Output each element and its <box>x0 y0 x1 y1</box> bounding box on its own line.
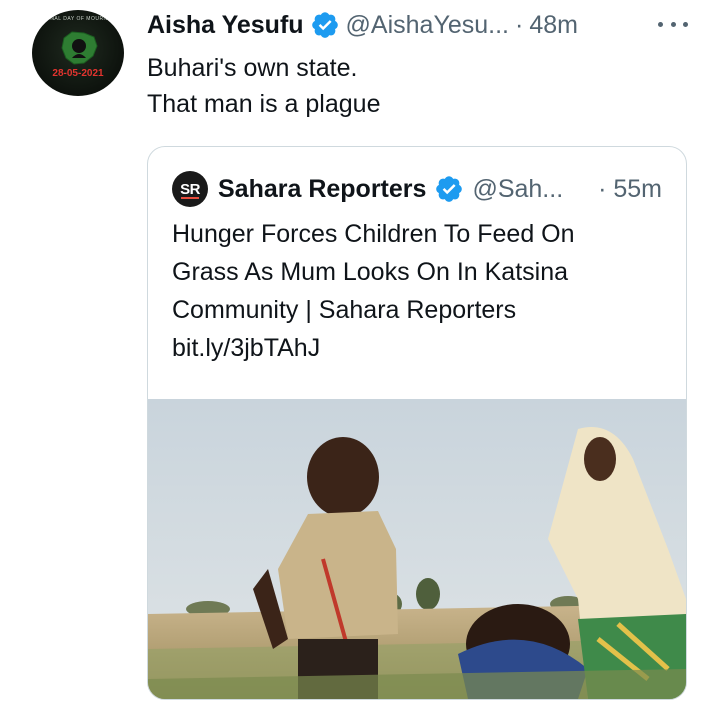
quoted-author-handle[interactable]: @Sah... <box>472 175 563 204</box>
separator-dot: · <box>515 10 524 39</box>
quoted-tweet-timestamp[interactable]: · 55m <box>598 175 666 204</box>
quoted-tweet-text: Hunger Forces Children To Feed On Grass … <box>172 215 672 367</box>
verified-badge-icon <box>436 176 463 202</box>
quoted-tweet-header: SR Sahara Reporters @Sah... · 55m <box>172 171 666 207</box>
avatar-arc-text: NAL DAY OF MOURN <box>50 16 108 22</box>
more-dot <box>670 21 676 27</box>
quoted-text-line: Community | Sahara Reporters <box>172 296 517 324</box>
quoted-text-line: Hunger Forces Children To Feed On <box>172 220 575 248</box>
more-dot <box>683 21 688 27</box>
avatar-date-text: 28-05-2021 <box>52 68 104 79</box>
photo-illustration <box>148 399 686 699</box>
quoted-tweet-photo[interactable] <box>148 399 686 699</box>
author-name[interactable]: Aisha Yesufu <box>147 11 304 40</box>
author-avatar[interactable]: NAL DAY OF MOURN 28-05-2021 <box>32 10 124 96</box>
quoted-author-name[interactable]: Sahara Reporters <box>218 175 426 204</box>
tweet-text: Buhari's own state. That man is a plague <box>147 50 667 122</box>
tweet-text-line: That man is a plague <box>147 90 381 118</box>
tweet-timestamp[interactable]: 48m <box>529 11 578 40</box>
sahara-reporters-avatar[interactable]: SR <box>172 171 208 207</box>
quoted-link[interactable]: bit.ly/3jbTAhJ <box>172 329 672 367</box>
nigeria-map-icon <box>61 31 98 65</box>
tweet-text-line: Buhari's own state. <box>147 54 358 82</box>
quoted-tweet-card[interactable]: SR Sahara Reporters @Sah... · 55m Hunger… <box>147 146 687 700</box>
more-dot <box>658 21 663 27</box>
quoted-text-line: Grass As Mum Looks On In Katsina <box>172 258 568 286</box>
verified-badge-icon <box>311 12 338 38</box>
sr-logo-text: SR <box>180 180 200 198</box>
author-handle[interactable]: @AishaYesu... <box>346 11 509 40</box>
tweet-header: Aisha Yesufu @AishaYesu... · 48m <box>147 8 688 42</box>
more-options-icon[interactable] <box>658 12 688 36</box>
